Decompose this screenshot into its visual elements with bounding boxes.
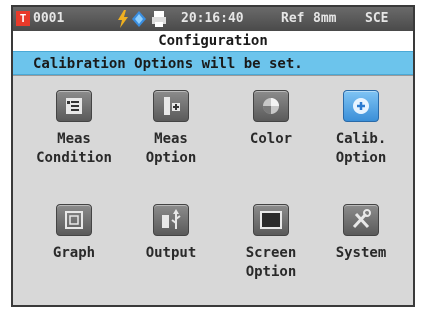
meas-condition-icon: [56, 90, 92, 122]
output-icon: [153, 204, 189, 236]
menu-item-meas-option[interactable]: Meas Option: [127, 90, 215, 168]
measurement-mode: SCE: [365, 11, 389, 26]
menu-item-label: Meas Option: [145, 131, 197, 166]
calib-option-icon: [343, 90, 379, 122]
menu-item-label: System: [335, 245, 387, 261]
menu-item-label: Color: [249, 131, 293, 147]
printer-icon: [152, 11, 166, 27]
page-title: Configuration: [13, 31, 413, 51]
reference-indicator: Ref: [281, 11, 305, 26]
sample-id-icon: T: [16, 11, 30, 26]
menu-item-output[interactable]: Output: [127, 204, 215, 263]
status-bar: T 0001 20:16:40 Ref 8mm SCE: [13, 7, 413, 31]
system-icon: [343, 204, 379, 236]
menu-item-graph[interactable]: Graph: [30, 204, 118, 263]
configuration-menu: Meas Condition Meas Option Color Calib. …: [13, 75, 413, 305]
power-icon: [118, 10, 128, 28]
menu-item-label: Calib. Option: [335, 131, 387, 166]
meas-option-icon: [153, 90, 189, 122]
menu-item-label: Output: [145, 245, 197, 261]
menu-item-label: Screen Option: [245, 245, 297, 280]
aperture-indicator: 8mm: [313, 11, 337, 26]
menu-item-meas-condition[interactable]: Meas Condition: [30, 90, 118, 168]
menu-item-screen-option[interactable]: Screen Option: [227, 204, 315, 282]
color-icon: [253, 90, 289, 122]
device-screen: T 0001 20:16:40 Ref 8mm SCE Configuratio…: [11, 5, 415, 307]
menu-item-color[interactable]: Color: [227, 90, 315, 149]
menu-item-label: Meas Condition: [36, 131, 112, 166]
menu-item-system[interactable]: System: [317, 204, 405, 263]
screen-option-icon: [253, 204, 289, 236]
menu-item-label: Graph: [52, 245, 96, 261]
clock: 20:16:40: [181, 11, 244, 26]
graph-icon: [56, 204, 92, 236]
menu-item-calib-option[interactable]: Calib. Option: [317, 90, 405, 168]
sample-id: 0001: [33, 11, 65, 26]
guidance-message: Calibration Options will be set.: [13, 51, 413, 75]
bluetooth-icon: [132, 11, 146, 27]
